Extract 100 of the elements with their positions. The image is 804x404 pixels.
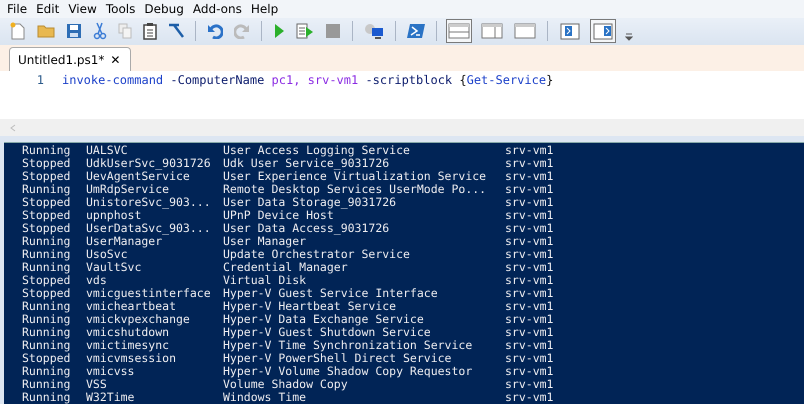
status-cell-text: Running xyxy=(22,313,72,326)
status-cell-text: Running xyxy=(22,391,72,404)
name-cell-text: vmicvmsession xyxy=(86,352,178,365)
status-cell-text: Stopped xyxy=(22,352,72,365)
computer-cell: srv-vm1 xyxy=(505,183,554,196)
pane-layout-button[interactable] xyxy=(446,19,472,44)
new-file-icon[interactable] xyxy=(10,22,26,40)
display-name-cell-text: User Experience Virtualization Service xyxy=(223,170,488,183)
name-cell-text: UdkUserSvc_9031726 xyxy=(86,157,212,170)
status-cell-text: Stopped xyxy=(22,170,72,183)
scissors-icon[interactable] xyxy=(93,22,107,40)
status-cell-text: Stopped xyxy=(22,287,72,300)
display-name-cell-text: User Data Storage_9031726 xyxy=(223,196,398,209)
computer-cell: srv-vm1 xyxy=(505,391,554,404)
name-cell-text: vmicvss xyxy=(86,365,136,378)
computer-cell: srv-vm1 xyxy=(505,261,554,274)
menu-item[interactable]: Debug xyxy=(141,2,190,16)
clipboard-icon[interactable] xyxy=(143,22,157,40)
name-cell-text: vmicshutdown xyxy=(86,326,170,339)
computer-cell: srv-vm1 xyxy=(505,339,554,352)
name-cell-text: vmicheartbeat xyxy=(86,300,176,313)
undo-icon[interactable] xyxy=(207,23,223,40)
display-name-cell-text: User Manager xyxy=(223,235,306,248)
pane-toggle-button[interactable] xyxy=(590,19,616,44)
menu-item[interactable]: Edit xyxy=(33,2,66,16)
status-cell-text: Running xyxy=(22,378,72,391)
name-cell-text: UnistoreSvc_903... xyxy=(86,196,212,209)
name-cell-text: UmRdpService xyxy=(86,183,170,196)
display-name-cell-text: Windows Time xyxy=(223,391,308,404)
computer-cell: srv-vm1 xyxy=(505,365,554,378)
display-name-cell-text: Hyper-V Guest Service Interface xyxy=(223,287,439,300)
display-name-cell-text: Remote Desktop Services UserMode Po... xyxy=(223,183,488,196)
clear-icon[interactable] xyxy=(168,23,184,40)
name-cell-text: UevAgentService xyxy=(86,170,190,183)
computer-cell: srv-vm1 xyxy=(505,144,554,157)
status-cell-text: Running xyxy=(22,183,72,196)
status-cell-text: Stopped xyxy=(22,157,72,170)
name-cell-text: UserManager xyxy=(86,235,162,248)
computer-cell: srv-vm1 xyxy=(505,196,554,209)
name-cell-text: vds xyxy=(86,274,108,287)
status-cell-text: Running xyxy=(22,300,72,313)
status-cell-text: Running xyxy=(22,365,72,378)
remote-computer-icon[interactable] xyxy=(364,23,384,40)
menu-item[interactable]: File xyxy=(4,2,34,16)
display-name-cell-text: UPnP Device Host xyxy=(223,209,334,222)
status-cell-text: Running xyxy=(22,339,72,352)
menu-item[interactable]: Tools xyxy=(102,2,142,16)
stop-icon[interactable] xyxy=(325,23,341,40)
display-name-cell-text: User Access Logging Service xyxy=(223,144,411,157)
display-name-cell-text: Hyper-V PowerShell Direct Service xyxy=(223,352,452,365)
display-name-cell-text: Virtual Disk xyxy=(223,274,306,287)
computer-cell: srv-vm1 xyxy=(505,287,554,300)
display-name-cell-text: Hyper-V Guest Shutdown Service xyxy=(223,326,432,339)
display-name-cell-text: Hyper-V Volume Shadow Copy Requestor xyxy=(223,365,474,378)
status-cell-text: Running xyxy=(22,326,72,339)
name-cell-text: vmickvpexchange xyxy=(86,313,191,326)
tab-title: Untitled1.ps1* xyxy=(18,52,104,67)
overflow-icon[interactable] xyxy=(625,33,633,42)
computer-cell: srv-vm1 xyxy=(505,352,554,365)
horizontal-scrollbar[interactable] xyxy=(0,119,804,136)
close-icon[interactable]: ✕ xyxy=(110,52,120,67)
menu-item[interactable]: Help xyxy=(248,2,284,16)
status-cell-text: Running xyxy=(22,248,72,261)
status-cell-text: Running xyxy=(22,235,72,248)
status-cell-text: Running xyxy=(22,144,72,157)
status-cell-text: Stopped xyxy=(22,209,72,222)
run-icon[interactable] xyxy=(273,23,285,40)
status-cell-text: Stopped xyxy=(22,274,72,287)
computer-cell: srv-vm1 xyxy=(505,222,554,235)
computer-cell: srv-vm1 xyxy=(505,326,554,339)
computer-cell: srv-vm1 xyxy=(505,170,554,183)
status-cell-text: Stopped xyxy=(22,196,72,209)
file-tab[interactable]: Untitled1.ps1* ✕ xyxy=(9,47,132,72)
computer-cell: srv-vm1 xyxy=(505,235,554,248)
name-cell-text: vmicguestinterface xyxy=(86,287,212,300)
menu-item[interactable]: Add-ons xyxy=(190,2,248,16)
computer-cell: srv-vm1 xyxy=(505,378,554,391)
computer-cell: srv-vm1 xyxy=(505,248,554,261)
computer-cell: srv-vm1 xyxy=(505,209,554,222)
computer-cell: srv-vm1 xyxy=(505,157,554,170)
menu-item[interactable]: View xyxy=(65,2,103,16)
powershell-icon[interactable] xyxy=(407,23,425,40)
display-name-cell-text: Hyper-V Data Exchange Service xyxy=(223,313,425,326)
name-cell-text: vmictimesync xyxy=(86,339,170,352)
display-name-cell-text: Volume Shadow Copy xyxy=(223,378,349,391)
name-cell-text: upnphost xyxy=(86,209,142,222)
computer-cell: srv-vm1 xyxy=(505,313,554,326)
display-name-cell-text: Update Orchestrator Service xyxy=(223,248,411,261)
status-cell-text: Running xyxy=(22,261,72,274)
line-number: 1 xyxy=(36,73,45,88)
run-selection-icon[interactable] xyxy=(296,23,314,40)
save-icon[interactable] xyxy=(66,23,82,40)
display-name-cell-text: Udk User Service_9031726 xyxy=(223,157,390,170)
display-name-cell-text: Credential Manager xyxy=(223,261,349,274)
display-name-cell-text: Hyper-V Heartbeat Service xyxy=(223,300,398,313)
computer-cell: srv-vm1 xyxy=(505,300,554,313)
code-line: invoke-command -ComputerName pc1, srv-vm1 -scriptblock {Get-Service} xyxy=(62,73,554,88)
status-cell-text: Stopped xyxy=(22,222,72,235)
folder-icon[interactable] xyxy=(37,24,55,38)
name-cell-text: UALSVC xyxy=(86,144,129,157)
